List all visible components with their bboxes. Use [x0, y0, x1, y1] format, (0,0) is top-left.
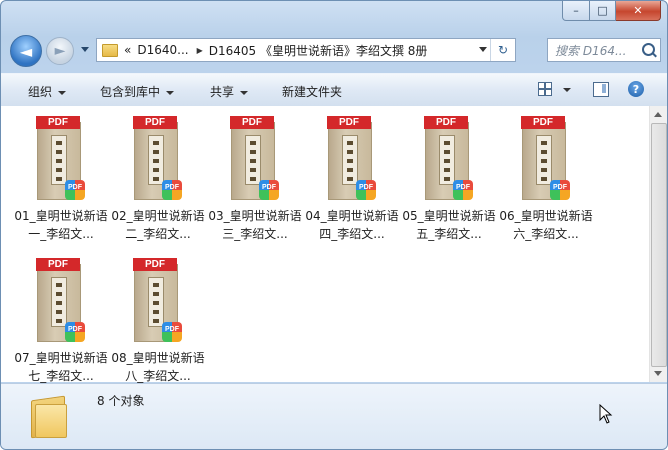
new-folder-button[interactable]: 新建文件夹 [282, 83, 342, 100]
pdf-file-icon: PDF [133, 116, 182, 200]
share-menu[interactable]: 共享 [210, 83, 249, 100]
file-item[interactable]: PDF 08_皇明世说新语八_李绍文... [111, 254, 205, 384]
chevron-down-icon [240, 90, 249, 95]
breadcrumb-item[interactable]: D1640... [137, 43, 188, 57]
back-arrow-icon[interactable]: ◄ [10, 35, 42, 67]
file-name: 04_皇明世说新语四_李绍文... [305, 209, 399, 241]
command-toolbar: 组织 包含到库中 共享 新建文件夹 ? [1, 73, 667, 107]
explorer-window: – □ ✕ ◄ ► « D1640... ▶ D16405 《皇明世说新语》李绍… [0, 0, 668, 450]
window-controls: – □ ✕ [562, 1, 661, 21]
file-item[interactable]: PDF 03_皇明世说新语三_李绍文... [208, 112, 302, 242]
pdf-file-icon: PDF [133, 258, 182, 342]
scrollbar-thumb[interactable] [651, 123, 667, 367]
address-dropdown-icon[interactable] [479, 47, 487, 52]
search-icon[interactable] [642, 43, 655, 56]
search-placeholder: 搜索 D164... [555, 43, 627, 58]
pdf-file-icon: PDF [521, 116, 570, 200]
file-name: 05_皇明世说新语五_李绍文... [402, 209, 496, 241]
address-bar[interactable]: « D1640... ▶ D16405 《皇明世说新语》李绍文撰 8册 ↻ [96, 38, 516, 62]
navigation-bar: ◄ ► « D1640... ▶ D16405 《皇明世说新语》李绍文撰 8册 … [1, 31, 667, 69]
minimize-button[interactable]: – [562, 1, 590, 21]
file-item[interactable]: PDF 01_皇明世说新语一_李绍文... [14, 112, 108, 242]
pdf-file-icon: PDF [424, 116, 473, 200]
preview-pane-icon[interactable] [593, 82, 609, 97]
recent-pages-dropdown[interactable] [81, 47, 89, 52]
vertical-scrollbar[interactable] [649, 106, 667, 382]
include-in-library-menu[interactable]: 包含到库中 [100, 83, 175, 100]
search-input[interactable]: 搜索 D164... [547, 38, 661, 62]
pdf-file-icon: PDF [36, 116, 85, 200]
file-name: 03_皇明世说新语三_李绍文... [208, 209, 302, 241]
mouse-cursor-icon [599, 404, 613, 424]
close-button[interactable]: ✕ [616, 1, 661, 21]
chevron-down-icon [166, 90, 175, 95]
breadcrumb-current[interactable]: D16405 《皇明世说新语》李绍文撰 8册 [209, 42, 428, 59]
breadcrumb-separator-icon[interactable]: ▶ [197, 46, 203, 55]
details-pane: 8 个对象 [1, 383, 667, 449]
folder-icon [31, 392, 67, 439]
pdf-file-icon: PDF [36, 258, 85, 342]
refresh-icon[interactable]: ↻ [490, 39, 515, 61]
file-item[interactable]: PDF 05_皇明世说新语五_李绍文... [402, 112, 496, 242]
pdf-file-icon: PDF [230, 116, 279, 200]
file-item[interactable]: PDF 02_皇明世说新语二_李绍文... [111, 112, 205, 242]
maximize-button[interactable]: □ [590, 1, 616, 21]
organize-menu[interactable]: 组织 [28, 83, 67, 100]
file-item[interactable]: PDF 07_皇明世说新语七_李绍文... [14, 254, 108, 384]
file-name: 01_皇明世说新语一_李绍文... [14, 209, 108, 241]
view-options-chevron-icon[interactable] [563, 88, 571, 92]
item-count: 8 个对象 [97, 394, 145, 408]
file-name: 06_皇明世说新语六_李绍文... [499, 209, 593, 241]
breadcrumb-overflow[interactable]: « [124, 43, 131, 57]
change-view-icon[interactable] [538, 82, 552, 96]
forward-arrow-icon[interactable]: ► [46, 37, 74, 65]
file-item[interactable]: PDF 06_皇明世说新语六_李绍文... [499, 112, 593, 242]
chevron-down-icon [58, 90, 67, 95]
file-name: 08_皇明世说新语八_李绍文... [111, 351, 205, 383]
help-icon[interactable]: ? [628, 81, 644, 97]
scroll-down-icon[interactable] [654, 371, 662, 376]
folder-icon [102, 43, 118, 57]
scroll-up-icon[interactable] [654, 112, 662, 117]
file-name: 07_皇明世说新语七_李绍文... [14, 351, 108, 383]
file-name: 02_皇明世说新语二_李绍文... [111, 209, 205, 241]
pdf-file-icon: PDF [327, 116, 376, 200]
file-list-area: PDF 01_皇明世说新语一_李绍文... PDF 02_皇明世说新语二_李绍文… [1, 106, 649, 384]
file-item[interactable]: PDF 04_皇明世说新语四_李绍文... [305, 112, 399, 242]
